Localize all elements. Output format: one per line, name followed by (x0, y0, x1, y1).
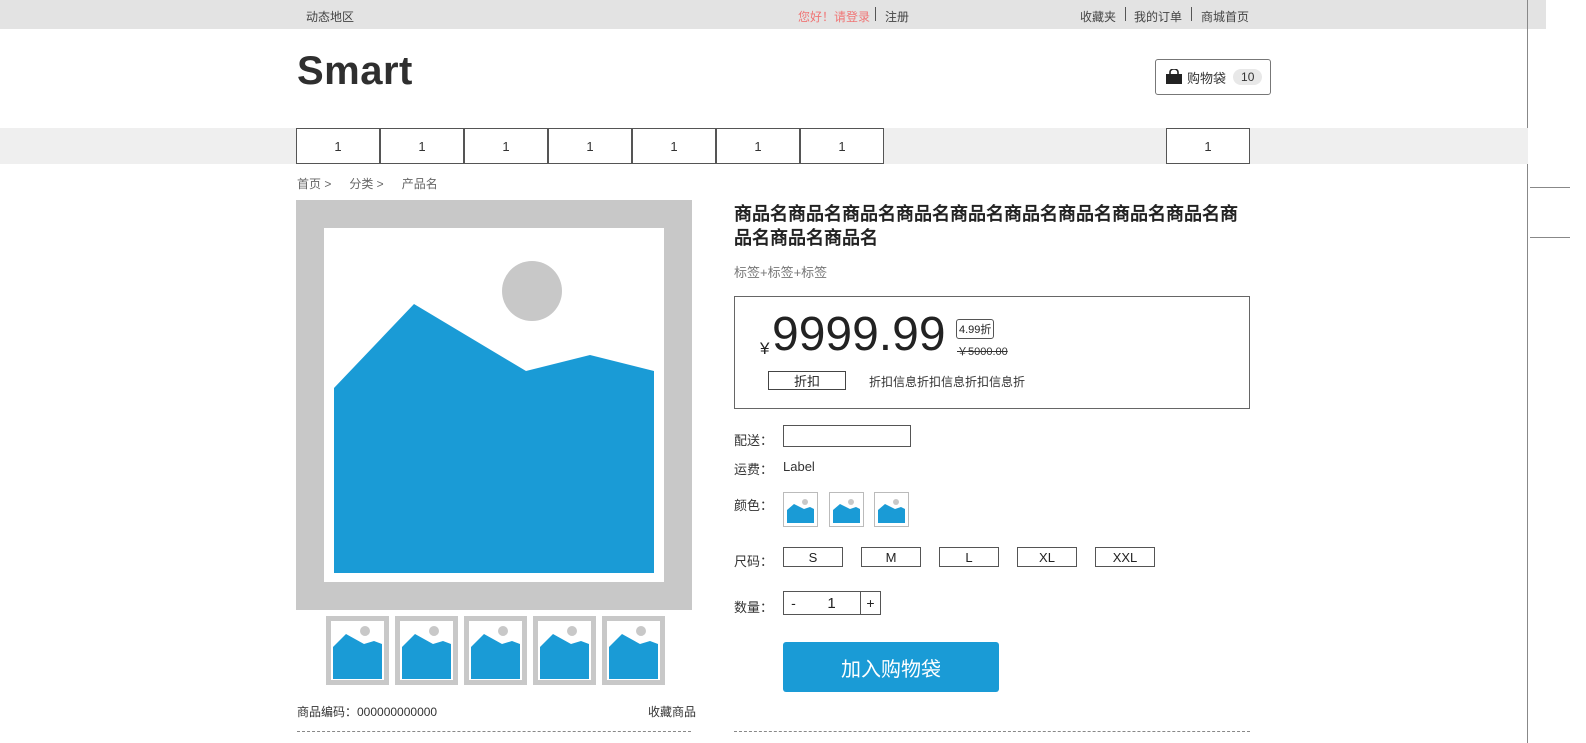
image-placeholder-icon (324, 228, 664, 582)
nav-item[interactable]: 1 (296, 128, 380, 164)
thumbnail[interactable] (326, 616, 389, 685)
breadcrumb-category[interactable]: 分类 > (349, 175, 383, 192)
delivery-label: 配送： (734, 433, 774, 448)
nav-item[interactable]: 1 (800, 128, 884, 164)
price-box: ¥ 9999.99 4.99折 ￥5000.00 折扣 折扣信息折扣信息折扣信息… (734, 296, 1250, 409)
site-logo[interactable]: Smart (297, 49, 413, 94)
product-sku: 商品编码：000000000000 (297, 705, 438, 719)
region-link[interactable]: 动态地区 (306, 8, 354, 25)
image-placeholder-icon (469, 621, 522, 680)
main-product-image (296, 200, 692, 610)
image-placeholder-icon (786, 495, 815, 524)
size-option-m[interactable]: M (861, 547, 921, 567)
divider (1125, 7, 1126, 21)
login-link[interactable]: 您好！请登录 (798, 8, 870, 25)
nav-item-right[interactable]: 1 (1166, 128, 1250, 164)
color-swatch[interactable] (874, 492, 909, 527)
register-link[interactable]: 注册 (885, 8, 909, 25)
nav-item[interactable]: 1 (716, 128, 800, 164)
right-side-panel (1530, 187, 1570, 238)
size-option-xxl[interactable]: XXL (1095, 547, 1155, 567)
cart-label: 购物袋 (1187, 70, 1227, 86)
original-price: ￥5000.00 (957, 346, 1008, 358)
image-placeholder-icon (538, 621, 591, 680)
quantity-minus-button[interactable]: - (783, 591, 804, 615)
nav-item[interactable]: 1 (464, 128, 548, 164)
size-option-l[interactable]: L (939, 547, 999, 567)
thumbnail-strip (326, 616, 665, 685)
thumbnail[interactable] (533, 616, 596, 685)
my-orders-link[interactable]: 我的订单 (1134, 8, 1182, 25)
color-swatch[interactable] (783, 492, 818, 527)
currency-symbol: ¥ (760, 339, 770, 358)
breadcrumb: 首页 > 分类 > 产品名 (297, 175, 438, 192)
shopping-bag-icon (1166, 69, 1182, 84)
breadcrumb-home[interactable]: 首页 > (297, 175, 331, 192)
top-bar: 动态地区 您好！请登录 注册 收藏夹 我的订单 商城首页 (0, 0, 1546, 29)
freight-label: 运费： (734, 462, 774, 477)
thumbnail[interactable] (602, 616, 665, 685)
dashed-divider (297, 731, 691, 732)
cart-button[interactable]: 购物袋 10 (1155, 59, 1271, 95)
image-placeholder-icon (400, 621, 453, 680)
quantity-plus-button[interactable]: + (860, 591, 881, 615)
size-option-xl[interactable]: XL (1017, 547, 1077, 567)
add-to-cart-button[interactable]: 加入购物袋 (783, 642, 999, 692)
cart-count-badge: 10 (1233, 69, 1263, 85)
thumbnail[interactable] (464, 616, 527, 685)
discount-label: 折扣 (768, 371, 846, 390)
quantity-input[interactable]: 1 (803, 591, 860, 615)
image-placeholder-icon (331, 621, 384, 680)
size-label: 尺码： (734, 554, 774, 569)
image-placeholder-icon (607, 621, 660, 680)
product-price: 9999.99 (772, 308, 946, 361)
divider (875, 7, 876, 21)
dashed-divider (734, 731, 1250, 732)
color-label: 颜色： (734, 498, 774, 513)
mall-home-link[interactable]: 商城首页 (1201, 8, 1249, 25)
nav-item[interactable]: 1 (632, 128, 716, 164)
delivery-field[interactable] (783, 425, 911, 447)
collect-product-link[interactable]: 收藏商品 (648, 703, 696, 720)
image-placeholder-icon (832, 495, 861, 524)
right-frame-line (1527, 0, 1528, 743)
nav-item[interactable]: 1 (548, 128, 632, 164)
image-placeholder-icon (877, 495, 906, 524)
quantity-label: 数量： (734, 600, 774, 615)
discount-info: 折扣信息折扣信息折扣信息折 (869, 375, 1026, 389)
freight-value: Label (783, 459, 815, 474)
divider (1191, 7, 1192, 21)
breadcrumb-product: 产品名 (401, 177, 438, 191)
size-option-s[interactable]: S (783, 547, 843, 567)
product-title: 商品名商品名商品名商品名商品名商品名商品名商品名商品名商品名商品名商品名 (734, 204, 1238, 248)
color-swatch[interactable] (829, 492, 864, 527)
thumbnail[interactable] (395, 616, 458, 685)
product-tags: 标签+标签+标签 (734, 265, 828, 280)
nav-item[interactable]: 1 (380, 128, 464, 164)
favorites-link[interactable]: 收藏夹 (1080, 8, 1116, 25)
discount-badge: 4.99折 (956, 319, 995, 339)
